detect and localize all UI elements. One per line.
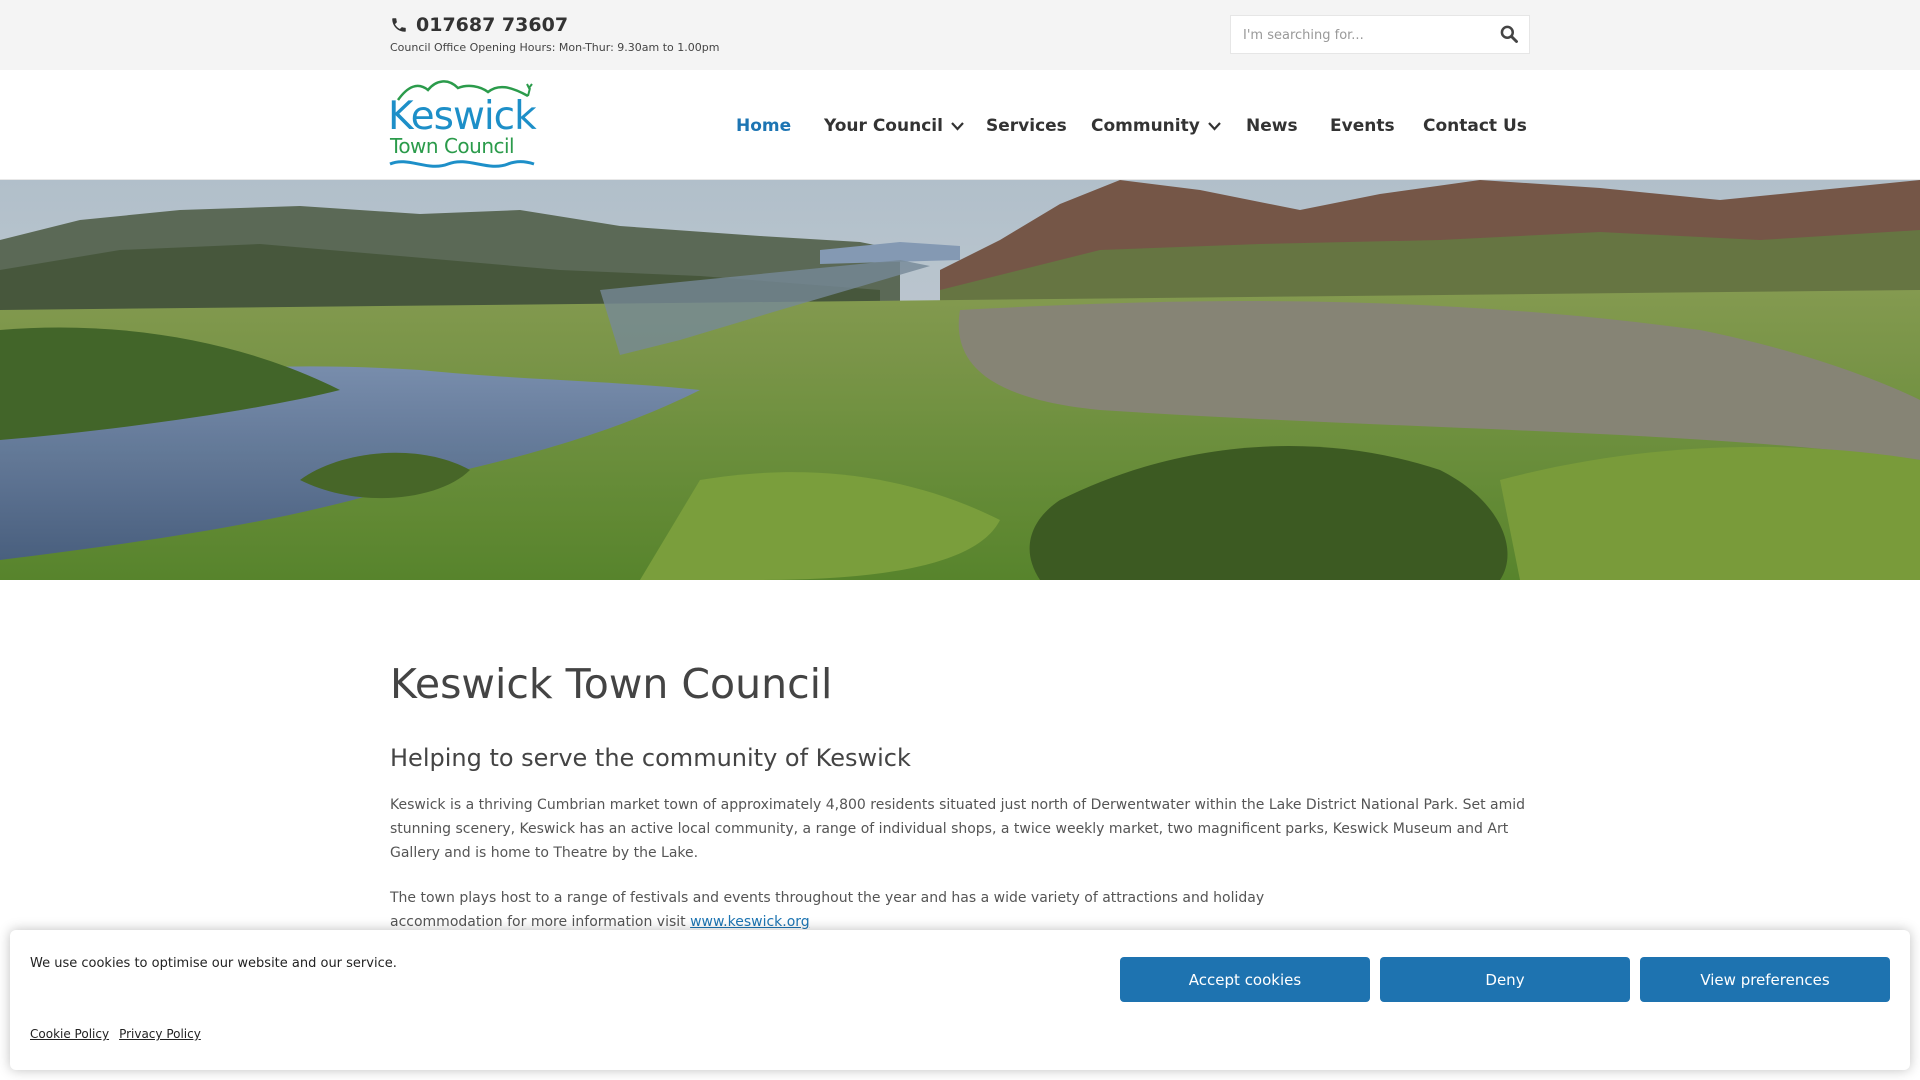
phone-icon — [392, 18, 406, 32]
events-paragraph: The town plays host to a range of festiv… — [390, 886, 1350, 934]
nav-item-label: Community — [1091, 116, 1200, 136]
deny-button[interactable]: Deny — [1380, 957, 1630, 1002]
chevron-down-icon — [951, 121, 964, 131]
search-input[interactable] — [1241, 16, 1485, 55]
nav-item-services[interactable]: Services — [986, 116, 1067, 136]
nav-item-label: Home — [736, 116, 792, 136]
phone-number: 017687 73607 — [416, 14, 569, 36]
view-preferences-button[interactable]: View preferences — [1640, 957, 1890, 1002]
accept-cookies-button[interactable]: Accept cookies — [1120, 957, 1370, 1002]
logo-text-keswick: Keswick — [388, 94, 537, 139]
search-icon[interactable] — [1499, 24, 1519, 44]
nav-item-news[interactable]: News — [1246, 116, 1298, 136]
opening-hours: Council Office Opening Hours: Mon-Thur: … — [390, 41, 720, 54]
page-subtitle: Helping to serve the community of Keswic… — [390, 744, 911, 772]
nav-item-community[interactable]: Community — [1091, 116, 1221, 136]
top-bar: 017687 73607 Council Office Opening Hour… — [0, 0, 1920, 70]
nav-item-contact-us[interactable]: Contact Us — [1423, 116, 1527, 136]
cookie-banner: We use cookies to optimise our website a… — [10, 930, 1910, 1070]
cookie-message: We use cookies to optimise our website a… — [30, 956, 397, 971]
nav-item-label: Services — [986, 116, 1067, 136]
site-logo[interactable]: Keswick Town Council — [388, 76, 537, 176]
events-paragraph-text: The town plays host to a range of festiv… — [390, 890, 1265, 930]
intro-paragraph: Keswick is a thriving Cumbrian market to… — [390, 797, 1526, 861]
nav-item-label: Contact Us — [1423, 116, 1527, 136]
phone-contact[interactable]: 017687 73607 — [390, 14, 568, 36]
nav-item-label: News — [1246, 116, 1298, 136]
logo-text-town-council: Town Council — [390, 134, 515, 158]
hero-landscape-image — [0, 180, 1920, 580]
cookie-policy-link[interactable]: Cookie Policy — [30, 1027, 109, 1041]
cookie-policy-links: Cookie Policy Privacy Policy — [30, 1027, 201, 1041]
page-title: Keswick Town Council — [390, 660, 833, 708]
site-header: Keswick Town Council Home Your Council S… — [0, 70, 1920, 180]
chevron-down-icon — [1208, 121, 1221, 131]
privacy-policy-link[interactable]: Privacy Policy — [119, 1027, 201, 1041]
nav-item-events[interactable]: Events — [1330, 116, 1395, 136]
nav-item-label: Events — [1330, 116, 1395, 136]
nav-item-label: Your Council — [824, 116, 943, 136]
keswick-org-link[interactable]: www.keswick.org — [690, 914, 810, 930]
search-box — [1230, 15, 1530, 55]
nav-item-your-council[interactable]: Your Council — [824, 116, 964, 136]
nav-item-home[interactable]: Home — [736, 116, 791, 136]
